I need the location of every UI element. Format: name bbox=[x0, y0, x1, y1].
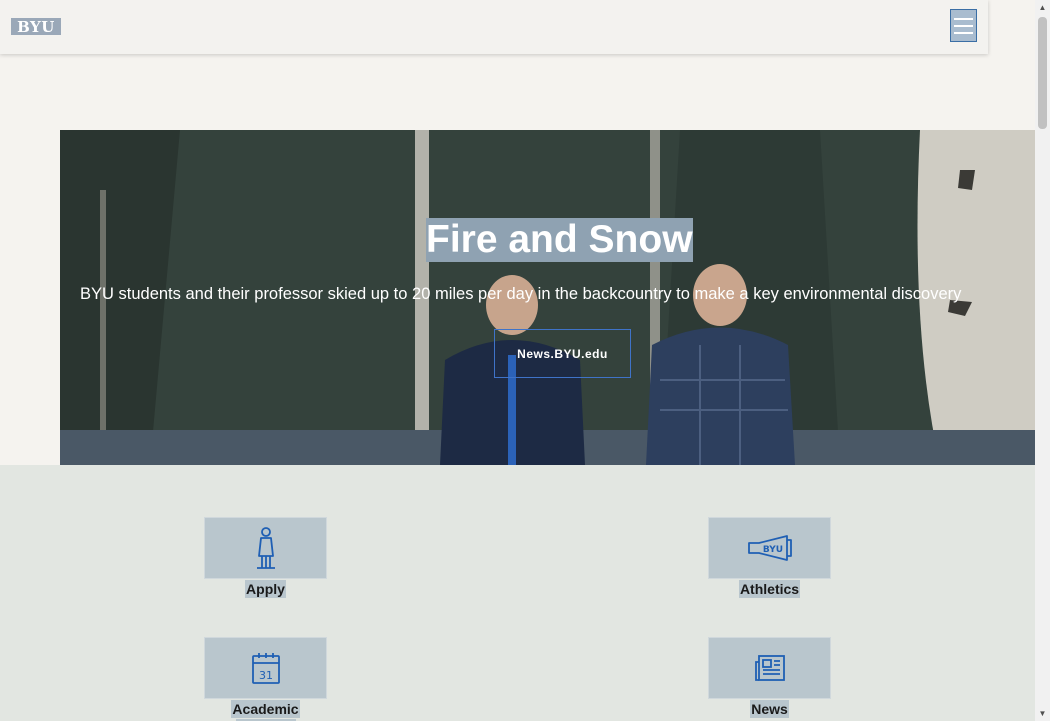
quick-link-label: Academic bbox=[231, 700, 300, 718]
graduate-statue-icon bbox=[256, 527, 275, 569]
calendar-icon: 31 bbox=[251, 653, 280, 684]
hamburger-bar bbox=[954, 24, 973, 27]
athletics-icon-tile[interactable]: BYU bbox=[708, 517, 831, 579]
page-scrollbar[interactable]: ▲ ▼ bbox=[1035, 0, 1050, 721]
hero-subtitle: BYU students and their professor skied u… bbox=[80, 285, 962, 303]
quick-link-label: News bbox=[750, 700, 789, 718]
quick-links-section: Apply BYU Athletics 31 Academic News bbox=[0, 465, 1035, 721]
quick-link-label: Athletics bbox=[738, 580, 801, 598]
hamburger-menu-button[interactable] bbox=[950, 9, 977, 42]
byu-logo[interactable]: BYU bbox=[11, 18, 61, 36]
site-header: BYU bbox=[0, 0, 988, 54]
megaphone-icon: BYU bbox=[747, 535, 792, 561]
quick-link-athletics[interactable]: BYU Athletics bbox=[708, 517, 831, 599]
academic-icon-tile[interactable]: 31 bbox=[204, 637, 327, 699]
newspaper-icon bbox=[754, 655, 785, 681]
hamburger-bar bbox=[954, 31, 973, 34]
hamburger-menu-icon bbox=[954, 17, 973, 20]
quick-link-apply[interactable]: Apply bbox=[204, 517, 327, 599]
scroll-down-arrow-icon[interactable]: ▼ bbox=[1035, 706, 1050, 721]
news-icon-tile[interactable] bbox=[708, 637, 831, 699]
quick-link-academic[interactable]: 31 Academic bbox=[204, 637, 327, 721]
news-link-button[interactable]: News.BYU.edu bbox=[494, 329, 631, 378]
scrollbar-thumb[interactable] bbox=[1038, 17, 1047, 129]
quick-link-news[interactable]: News bbox=[708, 637, 831, 719]
byu-homepage: BYU Fire and Snow BYU students and their… bbox=[0, 0, 1050, 721]
apply-icon-tile[interactable] bbox=[204, 517, 327, 579]
svg-text:BYU: BYU bbox=[762, 545, 782, 555]
hero-banner: Fire and Snow BYU students and their pro… bbox=[60, 130, 1035, 465]
hero-title: Fire and Snow bbox=[426, 218, 693, 262]
quick-link-label: Apply bbox=[245, 580, 286, 598]
scroll-up-arrow-icon[interactable]: ▲ bbox=[1035, 0, 1050, 15]
calendar-day: 31 bbox=[259, 669, 273, 682]
